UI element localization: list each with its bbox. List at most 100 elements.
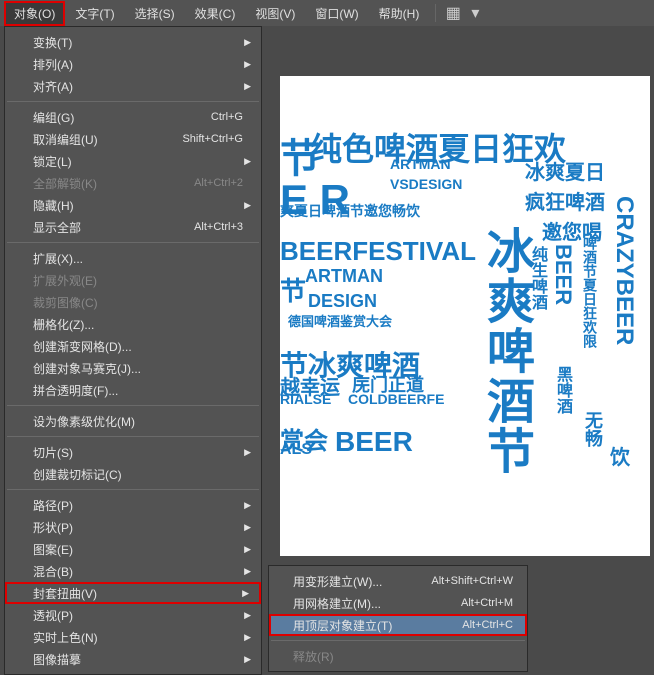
submenu-item-label: 用网格建立(M)... <box>293 595 381 612</box>
menu-item-26[interactable]: 图案(E)▶ <box>5 538 261 560</box>
submenu-separator <box>271 640 525 641</box>
menu-item-label: 排列(A) <box>33 56 73 73</box>
menu-shortcut: Ctrl+G <box>211 111 243 123</box>
menubar-item-2[interactable]: 选择(S) <box>125 1 185 26</box>
layout-icon[interactable]: ▦ <box>444 4 462 22</box>
submenu-item-0[interactable]: 用变形建立(W)... Alt+Shift+Ctrl+W <box>269 570 527 592</box>
wordcloud-text: ARTMAN <box>390 156 451 172</box>
object-menu-dropdown: 变换(T)▶排列(A)▶对齐(A)▶编组(G)Ctrl+G取消编组(U)Shif… <box>4 26 262 675</box>
wordcloud: 节纯色啤酒夏日狂欢E RARTMANVSDESIGN冰爽夏日疯狂啤酒爽夏日啤酒节… <box>280 76 650 556</box>
submenu-item-label: 用变形建立(W)... <box>293 573 382 590</box>
menu-item-25[interactable]: 形状(P)▶ <box>5 516 261 538</box>
wordcloud-text: 爽夏日啤酒节邀您畅饮 <box>280 201 420 221</box>
menu-item-1[interactable]: 排列(A) ▶ <box>5 53 261 75</box>
submenu-item-4: 释放(R) <box>269 645 527 667</box>
submenu-arrow-icon: ▶ <box>244 156 251 167</box>
menu-item-label: 栅格化(Z)... <box>33 316 94 333</box>
wordcloud-text: ARTMAN <box>305 266 383 287</box>
submenu-arrow-icon: ▶ <box>244 59 251 70</box>
wordcloud-text: BEER <box>335 426 413 458</box>
submenu-arrow-icon: ▶ <box>244 544 251 555</box>
menu-item-label: 隐藏(H) <box>33 197 74 214</box>
menu-item-4[interactable]: 编组(G)Ctrl+G <box>5 106 261 128</box>
submenu-arrow-icon: ▶ <box>242 588 249 599</box>
menu-shortcut: Alt+Ctrl+2 <box>194 177 243 189</box>
menu-item-label: 拼合透明度(F)... <box>33 382 118 399</box>
submenu-arrow-icon: ▶ <box>244 37 251 48</box>
menu-item-label: 取消编组(U) <box>33 131 98 148</box>
wordcloud-text: ALS <box>280 441 312 459</box>
menu-item-13: 裁剪图像(C) <box>5 291 261 313</box>
submenu-arrow-icon: ▶ <box>244 654 251 665</box>
menu-item-9[interactable]: 显示全部Alt+Ctrl+3 <box>5 216 261 238</box>
submenu-shortcut: Alt+Shift+Ctrl+W <box>431 575 513 587</box>
menu-item-16[interactable]: 创建对象马赛克(J)... <box>5 357 261 379</box>
menu-item-27[interactable]: 混合(B) ▶ <box>5 560 261 582</box>
dropdown-icon[interactable]: ▾ <box>466 4 484 22</box>
submenu-arrow-icon: ▶ <box>244 200 251 211</box>
menubar-item-3[interactable]: 效果(C) <box>185 1 246 26</box>
menu-item-label: 实时上色(N) <box>33 629 98 646</box>
menubar-item-5[interactable]: 窗口(W) <box>305 1 368 26</box>
wordcloud-text: 酒 <box>470 376 540 424</box>
submenu-arrow-icon: ▶ <box>244 447 251 458</box>
menu-item-17[interactable]: 拼合透明度(F)... <box>5 379 261 401</box>
submenu-item-1[interactable]: 用网格建立(M)... Alt+Ctrl+M <box>269 592 527 614</box>
menubar-item-0[interactable]: 对象(O) <box>4 1 65 26</box>
menu-item-label: 显示全部 <box>33 219 81 236</box>
menu-item-22[interactable]: 创建裁切标记(C) <box>5 463 261 485</box>
submenu-arrow-icon: ▶ <box>244 610 251 621</box>
wordcloud-text: COLDBEERFE <box>348 391 444 407</box>
submenu-arrow-icon: ▶ <box>244 81 251 92</box>
wordcloud-text: RIALSE <box>280 391 331 407</box>
menu-item-14[interactable]: 栅格化(Z)... <box>5 313 261 335</box>
menu-item-8[interactable]: 隐藏(H) ▶ <box>5 194 261 216</box>
submenu-shortcut: Alt+Ctrl+M <box>461 597 513 609</box>
envelope-distort-submenu: 用变形建立(W)... Alt+Shift+Ctrl+W 用网格建立(M)... Al… <box>268 565 528 672</box>
menu-item-28[interactable]: 封套扭曲(V) ▶ <box>5 582 261 604</box>
menu-item-label: 创建对象马赛克(J)... <box>33 360 141 377</box>
menubar-item-1[interactable]: 文字(T) <box>65 1 124 26</box>
menu-item-6[interactable]: 锁定(L)▶ <box>5 150 261 172</box>
menu-item-31[interactable]: 图像描摹▶ <box>5 648 261 670</box>
wordcloud-text: DESIGN <box>308 291 377 312</box>
menu-item-label: 封套扭曲(V) <box>33 585 97 602</box>
wordcloud-text: BEER <box>550 244 576 354</box>
wordcloud-text: 节 <box>470 426 540 474</box>
menu-item-7: 全部解锁(K) Alt+Ctrl+2 <box>5 172 261 194</box>
menu-item-30[interactable]: 实时上色(N) ▶ <box>5 626 261 648</box>
menu-item-label: 裁剪图像(C) <box>33 294 98 311</box>
menu-item-19[interactable]: 设为像素级优化(M) <box>5 410 261 432</box>
wordcloud-text: 疯狂啤酒 <box>525 186 605 215</box>
menu-item-21[interactable]: 切片(S)▶ <box>5 441 261 463</box>
submenu-arrow-icon: ▶ <box>244 500 251 511</box>
submenu-arrow-icon: ▶ <box>244 566 251 577</box>
menu-separator <box>7 436 259 437</box>
menubar-item-6[interactable]: 帮助(H) <box>369 1 430 26</box>
menu-item-label: 扩展外观(E) <box>33 272 97 289</box>
menu-shortcut: Shift+Ctrl+G <box>182 133 243 145</box>
submenu-arrow-icon: ▶ <box>244 632 251 643</box>
menu-item-11[interactable]: 扩展(X)... <box>5 247 261 269</box>
menu-item-label: 变换(T) <box>33 34 72 51</box>
wordcloud-text: 德国啤酒鉴赏大会 <box>288 311 392 330</box>
menu-item-0[interactable]: 变换(T) ▶ <box>5 31 261 53</box>
wordcloud-text: 啤酒节夏日狂欢限 <box>580 236 600 406</box>
menu-item-label: 全部解锁(K) <box>33 175 97 192</box>
menu-separator <box>7 242 259 243</box>
menu-item-24[interactable]: 路径(P)▶ <box>5 494 261 516</box>
submenu-item-2[interactable]: 用顶层对象建立(T)Alt+Ctrl+C <box>269 614 527 636</box>
menu-separator <box>7 489 259 490</box>
wordcloud-text: 饮 <box>610 441 630 470</box>
menu-item-15[interactable]: 创建渐变网格(D)... <box>5 335 261 357</box>
wordcloud-text: CRAZYBEER <box>610 196 638 436</box>
menu-item-label: 混合(B) <box>33 563 73 580</box>
menu-item-2[interactable]: 对齐(A)▶ <box>5 75 261 97</box>
menu-separator <box>7 405 259 406</box>
menu-item-label: 扩展(X)... <box>33 250 83 267</box>
menu-item-label: 创建裁切标记(C) <box>33 466 122 483</box>
menu-item-12: 扩展外观(E) <box>5 269 261 291</box>
menu-item-5[interactable]: 取消编组(U) Shift+Ctrl+G <box>5 128 261 150</box>
menubar-item-4[interactable]: 视图(V) <box>245 1 305 26</box>
menu-item-29[interactable]: 透视(P)▶ <box>5 604 261 626</box>
